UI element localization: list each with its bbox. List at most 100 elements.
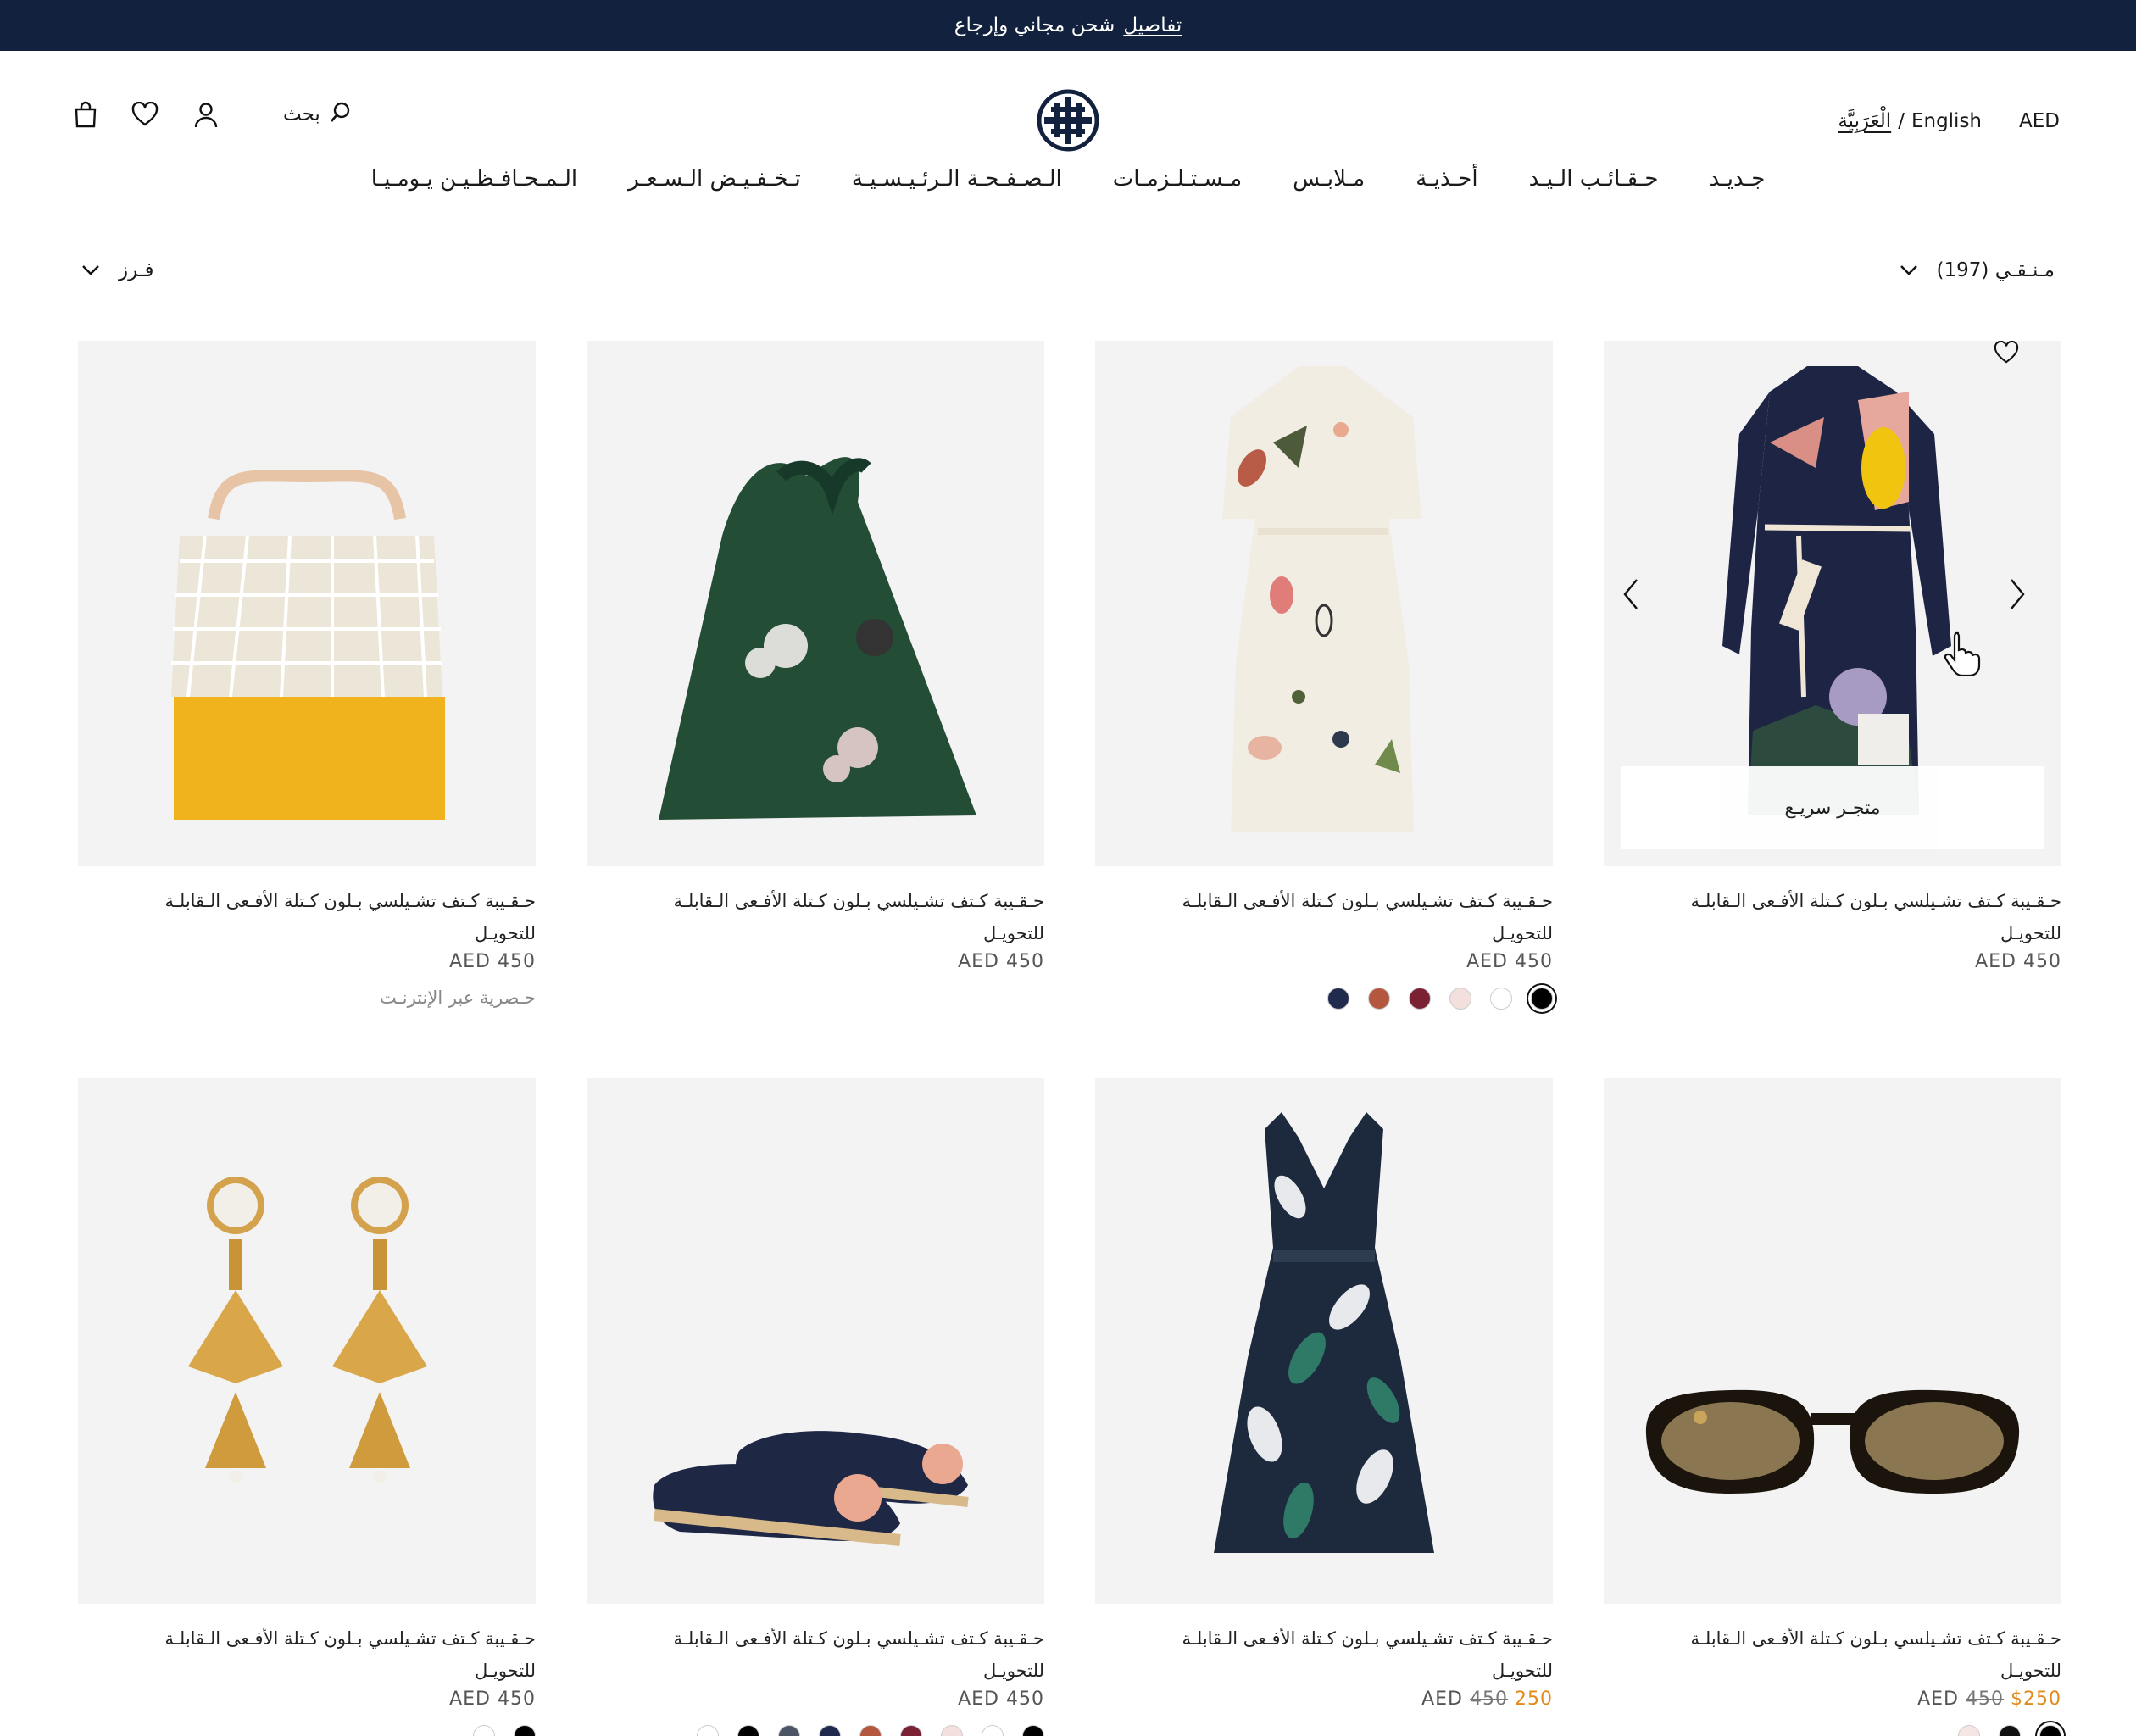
currency-selector[interactable]: AED bbox=[2019, 110, 2060, 132]
product-name[interactable]: حـقـيبة كـتف تشـيلسي بـلون كـتلة الأفـعى… bbox=[1129, 1622, 1553, 1687]
color-swatch[interactable] bbox=[2039, 1725, 2061, 1736]
product-image[interactable] bbox=[1095, 1078, 1553, 1604]
product-price: AED 450 bbox=[587, 951, 1044, 972]
chevron-down-icon bbox=[1900, 259, 1918, 281]
price-currency: AED bbox=[1421, 1689, 1463, 1710]
product-card[interactable]: حـقـيبة كـتف تشـيلسي بـلون كـتلة الأفـعى… bbox=[1095, 341, 1553, 1078]
color-swatch[interactable] bbox=[900, 1725, 922, 1736]
nav-item-wallets[interactable]: الـمـحـافـظـيـن يـومـيـا bbox=[371, 166, 577, 192]
color-swatch[interactable] bbox=[1368, 988, 1390, 1010]
product-image[interactable]: متجـر سريـع bbox=[1604, 341, 2061, 866]
online-exclusive-badge: حـصرية عبر الإنترنـت bbox=[379, 988, 536, 1008]
product-grid: متجـر سريـع حـقـيبة كـتف تشـيلسي بـلون ك… bbox=[78, 341, 2061, 1736]
earrings-icon bbox=[188, 1177, 427, 1483]
price-currency: AED bbox=[1975, 951, 2016, 972]
color-swatch[interactable] bbox=[859, 1725, 882, 1736]
product-image[interactable] bbox=[78, 1078, 536, 1604]
product-image[interactable] bbox=[78, 341, 536, 866]
product-price: AED 450 $250 bbox=[1604, 1689, 2061, 1710]
color-swatch[interactable] bbox=[1327, 988, 1349, 1010]
color-swatch[interactable] bbox=[1490, 988, 1512, 1010]
search-button[interactable]: بحث bbox=[283, 100, 353, 129]
product-card[interactable]: حـقـيبة كـتف تشـيلسي بـلون كـتلة الأفـعى… bbox=[1604, 1078, 2061, 1736]
account-user-icon[interactable] bbox=[192, 100, 220, 129]
sort-label: فـرز bbox=[119, 259, 154, 281]
product-name[interactable]: حـقـيبة كـتف تشـيلسي بـلون كـتلة الأفـعى… bbox=[1638, 885, 2061, 949]
language-selector[interactable]: الْعَرَبِيَّة / English bbox=[1838, 110, 1982, 132]
shipping-text: شحن مجاني وإرجاع bbox=[954, 14, 1115, 36]
price-currency: AED bbox=[449, 1689, 491, 1710]
product-image[interactable] bbox=[587, 341, 1044, 866]
color-swatch[interactable] bbox=[473, 1725, 495, 1736]
lang-english[interactable]: English bbox=[1911, 110, 1982, 132]
color-swatch[interactable] bbox=[1531, 988, 1553, 1010]
search-icon bbox=[329, 100, 353, 129]
product-price: AED 450 bbox=[1604, 951, 2061, 972]
product-card[interactable]: حـقـيبة كـتف تشـيلسي بـلون كـتلة الأفـعى… bbox=[78, 1078, 536, 1736]
product-image[interactable] bbox=[587, 1078, 1044, 1604]
product-image[interactable] bbox=[1604, 1078, 2061, 1604]
product-price: AED 450 bbox=[1095, 951, 1553, 972]
lang-separator: / bbox=[1898, 110, 1905, 132]
product-card[interactable]: متجـر سريـع حـقـيبة كـتف تشـيلسي بـلون ك… bbox=[1604, 341, 2061, 1078]
product-card[interactable]: حـقـيبة كـتف تشـيلسي بـلون كـتلة الأفـعى… bbox=[587, 1078, 1044, 1736]
product-price: AED 450 bbox=[78, 1689, 536, 1710]
product-card[interactable]: حـقـيبة كـتف تشـيلسي بـلون كـتلة الأفـعى… bbox=[78, 341, 536, 1078]
nav-item-shoes[interactable]: أحـذيـة bbox=[1416, 166, 1477, 192]
color-swatch[interactable] bbox=[1999, 1725, 2021, 1736]
product-name[interactable]: حـقـيبة كـتف تشـيلسي بـلون كـتلة الأفـعى… bbox=[1129, 885, 1553, 949]
quick-shop-button[interactable]: متجـر سريـع bbox=[1621, 766, 2044, 849]
tory-burch-logo[interactable] bbox=[1036, 88, 1100, 153]
nav-item-sale[interactable]: تـخـفـيـض الـسـعـر bbox=[628, 166, 801, 192]
color-swatch[interactable] bbox=[982, 1725, 1004, 1736]
nav-item-new[interactable]: جـديـد bbox=[1709, 166, 1765, 192]
listing-toolbar: مـنـقـي (197) فـرز bbox=[0, 254, 2136, 292]
product-card[interactable]: حـقـيبة كـتف تشـيلسي بـلون كـتلة الأفـعى… bbox=[1095, 1078, 1553, 1736]
chevron-right-icon[interactable] bbox=[2009, 578, 2043, 629]
chevron-down-icon bbox=[81, 259, 100, 281]
shipping-details-link[interactable]: تفاصيل bbox=[1123, 14, 1182, 36]
lang-arabic[interactable]: الْعَرَبِيَّة bbox=[1838, 110, 1891, 132]
product-name[interactable]: حـقـيبة كـتف تشـيلسي بـلون كـتلة الأفـعى… bbox=[620, 885, 1044, 949]
shopping-bag-icon[interactable] bbox=[71, 100, 100, 129]
nav-item-accessories[interactable]: مـسـتـلـزمـات bbox=[1113, 166, 1242, 192]
nav-item-clothing[interactable]: مـلابـس bbox=[1293, 166, 1365, 192]
original-price: 450 bbox=[1470, 1689, 1508, 1710]
product-card[interactable]: حـقـيبة كـتف تشـيلسي بـلون كـتلة الأفـعى… bbox=[587, 341, 1044, 1078]
announcement-bar: تفاصيل شحن مجاني وإرجاع bbox=[0, 0, 2136, 51]
green-bag-icon bbox=[659, 457, 976, 820]
product-name[interactable]: حـقـيبة كـتف تشـيلسي بـلون كـتلة الأفـعى… bbox=[620, 1622, 1044, 1687]
product-name[interactable]: حـقـيبة كـتف تشـيلسي بـلون كـتلة الأفـعى… bbox=[112, 1622, 536, 1687]
price-currency: AED bbox=[958, 951, 999, 972]
floral-dress-icon bbox=[1214, 1112, 1434, 1553]
product-price: AED 450 bbox=[78, 951, 536, 972]
color-swatches bbox=[587, 1725, 1044, 1736]
product-name[interactable]: حـقـيبة كـتف تشـيلسي بـلون كـتلة الأفـعى… bbox=[1638, 1622, 2061, 1687]
nav-item-handbags[interactable]: حـقـائـب الـيـد bbox=[1529, 166, 1659, 192]
wishlist-heart-icon[interactable] bbox=[131, 100, 159, 129]
product-name[interactable]: حـقـيبة كـتف تشـيلسي بـلون كـتلة الأفـعى… bbox=[112, 885, 536, 949]
sunglasses-icon bbox=[1645, 1389, 2020, 1494]
sort-button[interactable]: فـرز bbox=[81, 259, 154, 281]
color-swatch[interactable] bbox=[819, 1725, 841, 1736]
color-swatch[interactable] bbox=[737, 1725, 759, 1736]
color-swatches bbox=[78, 1725, 536, 1736]
color-swatch[interactable] bbox=[778, 1725, 800, 1736]
chevron-left-icon[interactable] bbox=[1622, 578, 1656, 629]
add-to-wishlist-heart-icon[interactable] bbox=[1994, 341, 2061, 409]
nav-item-home[interactable]: الـصـفـحـة الـرئـيـسـيـة bbox=[852, 166, 1062, 192]
price-currency: AED bbox=[958, 1689, 999, 1710]
locale-switcher: الْعَرَبِيَّة / English AED bbox=[1838, 110, 2060, 132]
color-swatch[interactable] bbox=[1449, 988, 1471, 1010]
color-swatch[interactable] bbox=[514, 1725, 536, 1736]
color-swatch[interactable] bbox=[1022, 1725, 1044, 1736]
price-currency: AED bbox=[449, 951, 491, 972]
search-label: بحث bbox=[283, 103, 320, 125]
color-swatch[interactable] bbox=[1958, 1725, 1980, 1736]
filter-button[interactable]: مـنـقـي (197) bbox=[1900, 259, 2055, 281]
dress-white-icon bbox=[1222, 366, 1421, 832]
color-swatch[interactable] bbox=[697, 1725, 719, 1736]
product-image[interactable] bbox=[1095, 341, 1553, 866]
color-swatch[interactable] bbox=[941, 1725, 963, 1736]
color-swatch[interactable] bbox=[1409, 988, 1431, 1010]
